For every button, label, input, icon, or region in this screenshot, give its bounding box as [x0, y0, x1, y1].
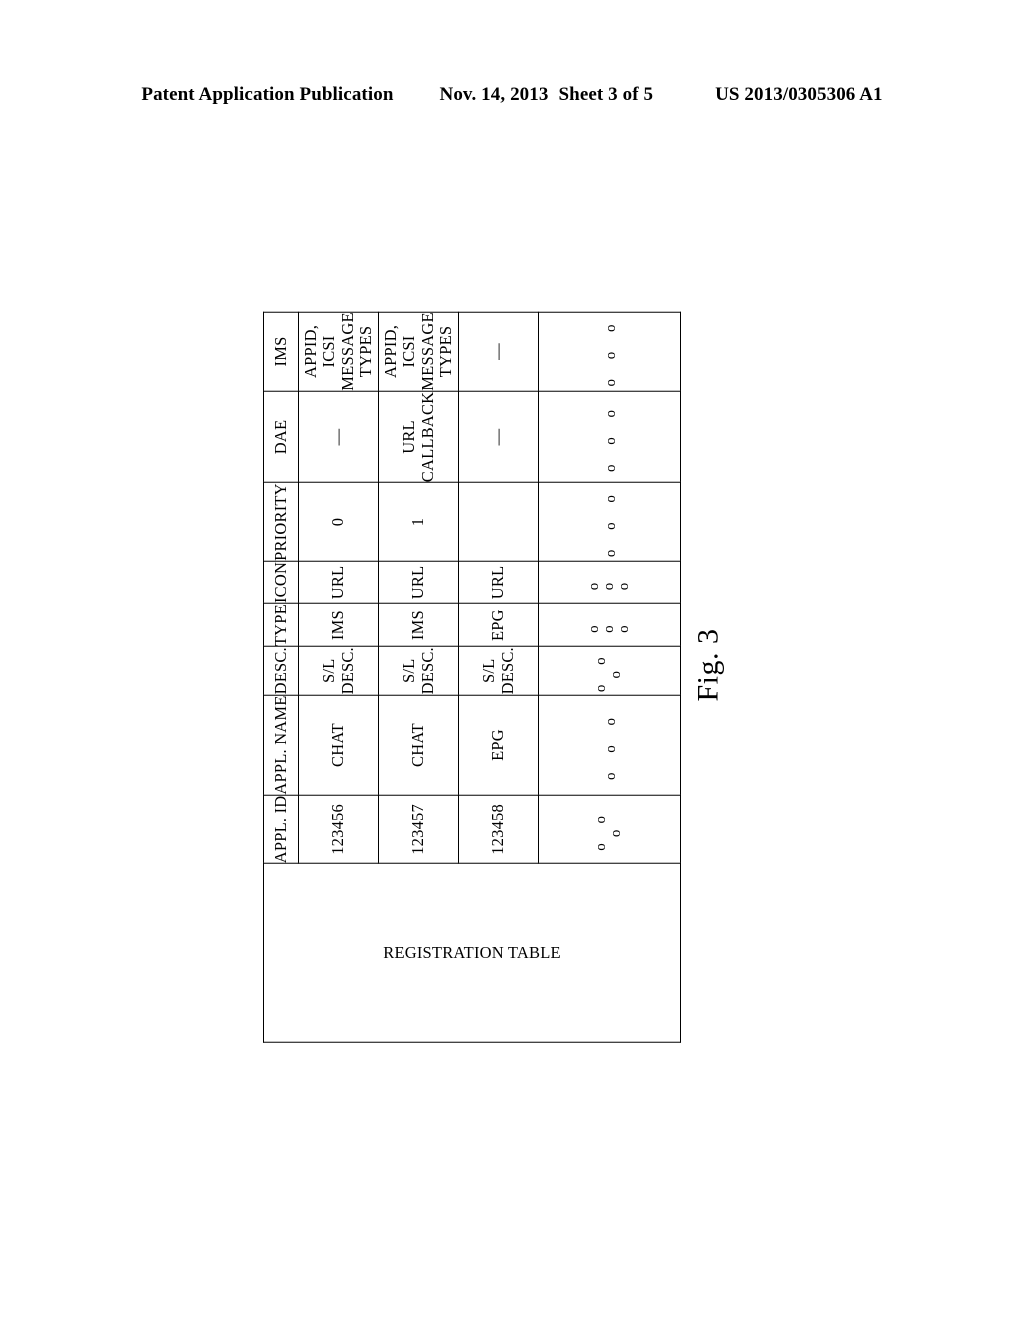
- cell-appl-id: 123456: [298, 795, 379, 864]
- figure-stage: 170 Fig. 3 REGISTRATION TABLE APPL. ID A…: [0, 0, 1024, 1320]
- column-header-appl-name: APPL. NAME: [263, 694, 299, 796]
- table-header-row: REGISTRATION TABLE APPL. ID APPL. NAME D…: [263, 311, 681, 1043]
- cell-dae: —: [458, 391, 539, 483]
- ellipsis-dots: o o o: [602, 710, 619, 781]
- cell-type-continuation: o o o: [538, 603, 681, 647]
- cell-type: IMS: [378, 603, 459, 647]
- cell-ims: —: [458, 311, 539, 392]
- cell-desc: S/L DESC.: [298, 646, 379, 695]
- column-header-dae: DAE: [263, 391, 299, 483]
- column-header-icon: ICON: [263, 561, 299, 604]
- cell-appl-name: CHAT: [378, 694, 459, 796]
- registration-table: REGISTRATION TABLE APPL. ID APPL. NAME D…: [263, 311, 681, 1043]
- cell-priority: 1: [378, 482, 459, 562]
- table-title-label: REGISTRATION TABLE: [383, 942, 561, 962]
- cell-appl-id: 123457: [378, 795, 459, 864]
- cell-type: IMS: [298, 603, 379, 647]
- cell-appl-id: 123458: [458, 795, 539, 864]
- column-header-priority: PRIORITY: [263, 482, 299, 562]
- cell-priority-continuation: o o o: [538, 482, 681, 562]
- cell-appl-id-continuation: o o o: [538, 795, 681, 864]
- column-header-ims: IMS: [263, 311, 299, 392]
- cell-desc-continuation: o o o: [538, 646, 681, 695]
- ellipsis-dots: o o o: [593, 649, 624, 693]
- cell-icon: URL: [298, 561, 379, 604]
- column-header-desc: DESC.: [263, 646, 299, 695]
- cell-appl-name-continuation: o o o: [538, 694, 681, 796]
- cell-dae: URL CALLBACK: [378, 391, 459, 483]
- table-title-cell: REGISTRATION TABLE: [263, 863, 681, 1043]
- cell-dae: —: [298, 391, 379, 483]
- ellipsis-dots: o o o: [602, 401, 619, 472]
- ellipsis-dots: o o o: [602, 316, 619, 387]
- cell-appl-name: CHAT: [298, 694, 379, 796]
- cell-icon: URL: [458, 561, 539, 604]
- registration-table-rotation: REGISTRATION TABLE APPL. ID APPL. NAME D…: [263, 311, 681, 1043]
- cell-ims-continuation: o o o: [538, 311, 681, 392]
- cell-appl-name: EPG: [458, 694, 539, 796]
- ellipsis-dots: o o o: [593, 808, 624, 851]
- cell-desc: S/L DESC.: [378, 646, 459, 695]
- cell-priority: [458, 482, 539, 562]
- cell-ims: APPID, ICSI MESSAGE TYPES: [378, 311, 459, 392]
- cell-priority: 0: [298, 482, 379, 562]
- cell-dae-continuation: o o o: [538, 391, 681, 483]
- ellipsis-dots: o o o: [602, 487, 619, 558]
- cell-type: EPG: [458, 603, 539, 647]
- column-header-type: TYPE: [263, 603, 299, 647]
- cell-icon-continuation: o o o: [538, 561, 681, 604]
- cell-icon: URL: [378, 561, 459, 604]
- cell-desc: S/L DESC.: [458, 646, 539, 695]
- ellipsis-dots: o o o: [585, 617, 632, 633]
- column-header-appl-id: APPL. ID: [263, 795, 299, 864]
- ellipsis-dots: o o o: [585, 574, 632, 591]
- cell-ims: APPID, ICSI MESSAGE TYPES: [298, 311, 379, 392]
- figure-caption: Fig. 3: [691, 628, 725, 702]
